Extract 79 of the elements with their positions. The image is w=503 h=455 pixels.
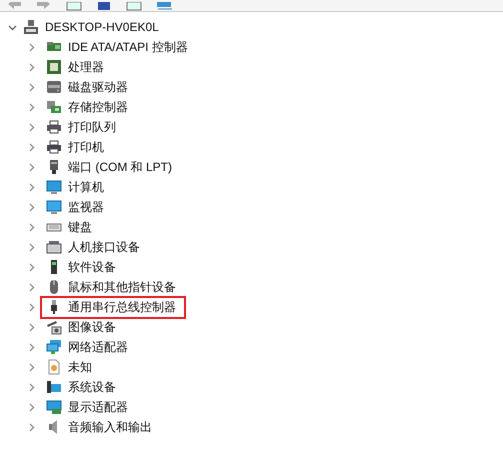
panel-icon[interactable]: [66, 2, 82, 11]
tree-item[interactable]: 打印队列: [40, 117, 124, 137]
tree-item-label: 未知: [68, 359, 92, 376]
printer-icon: [46, 119, 62, 135]
tree-item[interactable]: 未知: [40, 357, 100, 377]
expand-chevron-icon[interactable]: [27, 422, 36, 432]
disk-drive-icon: [46, 79, 62, 95]
tree-item-label: 监视器: [68, 199, 104, 216]
highlighted-tree-item[interactable]: 通用串行总线控制器: [40, 296, 186, 318]
tree-item[interactable]: 计算机: [40, 177, 112, 197]
tree-item[interactable]: 网络适配器: [40, 337, 136, 357]
expand-chevron-icon[interactable]: [27, 82, 36, 92]
expand-chevron-icon[interactable]: [27, 282, 36, 292]
expand-chevron-icon[interactable]: [27, 302, 36, 312]
tree-item[interactable]: 磁盘驱动器: [40, 77, 136, 97]
tree-root-label[interactable]: DESKTOP-HV0EK0L: [45, 18, 159, 36]
tree-item-label: 人机接口设备: [68, 239, 140, 256]
expand-chevron-icon[interactable]: [27, 242, 36, 252]
expand-chevron-icon[interactable]: [27, 102, 36, 112]
expand-chevron-icon[interactable]: [27, 362, 36, 372]
tree-item[interactable]: 监视器: [40, 197, 112, 217]
tree-item-label: 图像设备: [68, 319, 116, 336]
chip-icon: [46, 59, 62, 75]
tree-item-label: 打印队列: [68, 119, 116, 136]
back-arrow-icon[interactable]: [6, 2, 22, 11]
panel-icon[interactable]: [126, 2, 142, 11]
expand-chevron-icon[interactable]: [27, 62, 36, 72]
tree-item[interactable]: 音频输入和输出: [40, 417, 160, 437]
tree-item[interactable]: 显示适配器: [40, 397, 136, 417]
tree-item-label: 音频输入和输出: [68, 419, 152, 436]
tree-item-label: IDE ATA/ATAPI 控制器: [68, 39, 188, 56]
tree-item[interactable]: 键盘: [40, 217, 100, 237]
tree-item-label: 存储控制器: [68, 99, 128, 116]
network-icon: [46, 339, 62, 355]
forward-arrow-icon[interactable]: [36, 2, 52, 11]
expand-chevron-icon[interactable]: [27, 42, 36, 52]
expand-chevron-icon[interactable]: [27, 342, 36, 352]
expand-chevron-icon[interactable]: [27, 122, 36, 132]
tree-item-label: 网络适配器: [68, 339, 128, 356]
tree-item[interactable]: 人机接口设备: [40, 237, 148, 257]
tree-item-label: 鼠标和其他指针设备: [68, 279, 176, 296]
unknown-file-icon: [46, 359, 62, 375]
tree-item[interactable]: IDE ATA/ATAPI 控制器: [40, 37, 196, 57]
tree-item-label: 通用串行总线控制器: [68, 299, 176, 316]
expand-chevron-icon[interactable]: [27, 162, 36, 172]
tree-item[interactable]: 系统设备: [40, 377, 124, 397]
tree-item[interactable]: 图像设备: [40, 317, 124, 337]
tree-item-label: 软件设备: [68, 259, 116, 276]
system-device-icon: [46, 379, 62, 395]
tree-item-label: 键盘: [68, 219, 92, 236]
monitor-icon: [46, 199, 62, 215]
tree-item[interactable]: 存储控制器: [40, 97, 136, 117]
collapse-chevron-icon[interactable]: [8, 22, 17, 32]
expand-chevron-icon[interactable]: [27, 222, 36, 232]
tree-item[interactable]: 鼠标和其他指针设备: [40, 277, 184, 297]
expand-chevron-icon[interactable]: [27, 382, 36, 392]
expand-chevron-icon[interactable]: [27, 402, 36, 412]
storage-controller-icon: [46, 99, 62, 115]
expand-chevron-icon[interactable]: [27, 142, 36, 152]
camera-icon: [46, 319, 62, 335]
tree-item[interactable]: 软件设备: [40, 257, 124, 277]
tree-item-label: 显示适配器: [68, 399, 128, 416]
tree-item-label: 端口 (COM 和 LPT): [68, 159, 172, 176]
tree-item-label: 磁盘驱动器: [68, 79, 128, 96]
monitor-icon: [46, 179, 62, 195]
computer-icon: [23, 19, 39, 35]
display-adapter-icon: [46, 399, 62, 415]
tree-item-label: 系统设备: [68, 379, 116, 396]
tree-item[interactable]: 打印机: [40, 137, 112, 157]
expand-chevron-icon[interactable]: [27, 202, 36, 212]
printer-icon: [46, 139, 62, 155]
tree-item[interactable]: 处理器: [40, 57, 112, 77]
tree-item-label: 计算机: [68, 179, 104, 196]
tree-item-label: 处理器: [68, 59, 104, 76]
expand-chevron-icon[interactable]: [27, 262, 36, 272]
expand-chevron-icon[interactable]: [27, 182, 36, 192]
tree-item-label: 打印机: [68, 139, 104, 156]
tree-item[interactable]: 端口 (COM 和 LPT): [40, 157, 180, 177]
expand-chevron-icon[interactable]: [27, 322, 36, 332]
